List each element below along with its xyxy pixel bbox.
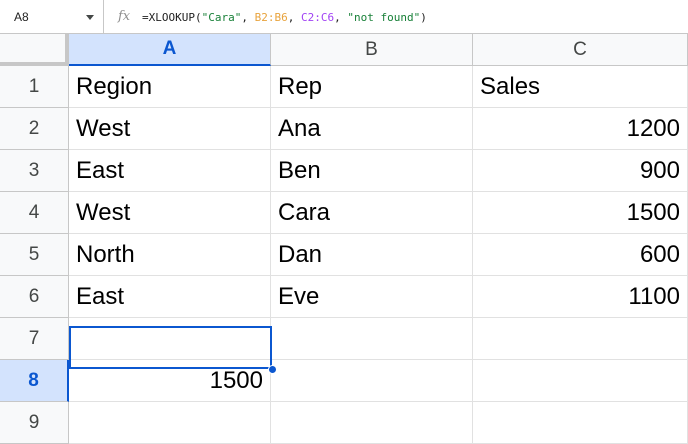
cell-b3[interactable]: Ben <box>271 150 473 192</box>
cell-a5[interactable]: North <box>69 234 271 276</box>
cell-c5[interactable]: 600 <box>473 234 688 276</box>
cell-b1[interactable]: Rep <box>271 66 473 108</box>
row-header-9[interactable]: 9 <box>0 402 69 444</box>
cell-c6[interactable]: 1100 <box>473 276 688 318</box>
cell-a7[interactable] <box>69 318 271 360</box>
name-box[interactable]: A8 <box>0 0 104 33</box>
formula-arg-lookup: "Cara" <box>201 11 242 24</box>
cell-c7[interactable] <box>473 318 688 360</box>
cell-b9[interactable] <box>271 402 473 444</box>
formula-prefix: =XLOOKUP( <box>142 11 202 24</box>
formula-sep: , <box>287 11 301 24</box>
row-header-3[interactable]: 3 <box>0 150 69 192</box>
cell-b7[interactable] <box>271 318 473 360</box>
formula-sep: , <box>334 11 348 24</box>
name-box-value: A8 <box>14 10 29 24</box>
cell-b6[interactable]: Eve <box>271 276 473 318</box>
cell-b4[interactable]: Cara <box>271 192 473 234</box>
formula-bar: A8 fx =XLOOKUP("Cara", B2:B6, C2:C6, "no… <box>0 0 688 34</box>
select-all-corner[interactable] <box>0 34 69 66</box>
cell-a8[interactable]: 1500 <box>69 360 271 402</box>
row-header-1[interactable]: 1 <box>0 66 69 108</box>
spreadsheet-grid: A B C 1 Region Rep Sales 2 West Ana 1200 3 East Ben 90… <box>0 34 688 444</box>
formula-suffix: ) <box>420 11 427 24</box>
column-header-c[interactable]: C <box>473 34 688 66</box>
cell-a1[interactable]: Region <box>69 66 271 108</box>
cell-c2[interactable]: 1200 <box>473 108 688 150</box>
cell-b5[interactable]: Dan <box>271 234 473 276</box>
cell-c4[interactable]: 1500 <box>473 192 688 234</box>
cell-c8[interactable] <box>473 360 688 402</box>
cell-c1[interactable]: Sales <box>473 66 688 108</box>
function-icon: fx <box>118 9 131 24</box>
cell-a2[interactable]: West <box>69 108 271 150</box>
formula-input[interactable]: =XLOOKUP("Cara", B2:B6, C2:C6, "not foun… <box>142 11 427 24</box>
column-header-a[interactable]: A <box>69 34 271 66</box>
row-header-5[interactable]: 5 <box>0 234 69 276</box>
row-header-8[interactable]: 8 <box>0 360 69 402</box>
column-header-b[interactable]: B <box>271 34 473 66</box>
fill-handle[interactable] <box>268 365 277 374</box>
row-header-2[interactable]: 2 <box>0 108 69 150</box>
row-header-4[interactable]: 4 <box>0 192 69 234</box>
cell-a3[interactable]: East <box>69 150 271 192</box>
cell-c3[interactable]: 900 <box>473 150 688 192</box>
cell-a6[interactable]: East <box>69 276 271 318</box>
cell-b2[interactable]: Ana <box>271 108 473 150</box>
formula-arg-default: "not found" <box>347 11 421 24</box>
cell-c9[interactable] <box>473 402 688 444</box>
formula-arg-return-range: C2:C6 <box>300 11 335 24</box>
cell-b8[interactable] <box>271 360 473 402</box>
row-header-6[interactable]: 6 <box>0 276 69 318</box>
formula-arg-lookup-range: B2:B6 <box>254 11 288 24</box>
cell-a9[interactable] <box>69 402 271 444</box>
formula-sep: , <box>241 11 255 24</box>
row-header-7[interactable]: 7 <box>0 318 69 360</box>
chevron-down-icon[interactable] <box>86 15 94 20</box>
cell-a4[interactable]: West <box>69 192 271 234</box>
